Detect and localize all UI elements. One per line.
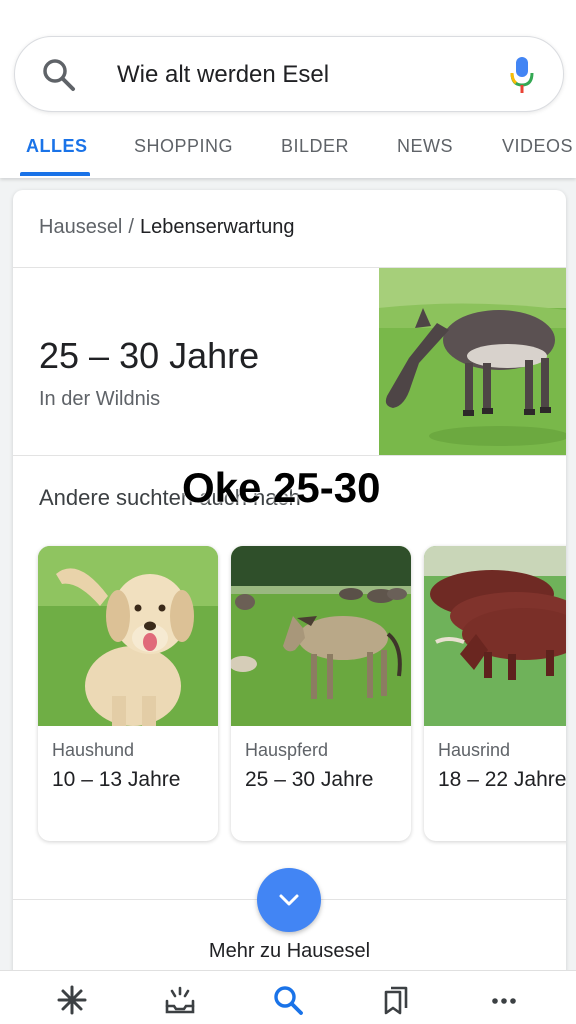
expand-more-button[interactable] [257, 868, 321, 932]
horse-image [231, 546, 411, 726]
related-card-hauspferd[interactable]: Hauspferd 25 – 30 Jahre [231, 546, 411, 841]
tab-alles[interactable]: ALLES [26, 136, 88, 157]
related-years: 18 – 22 Jahre [438, 768, 566, 791]
more-icon[interactable] [488, 984, 520, 1016]
related-name: Haushund [52, 740, 135, 760]
discover-icon[interactable] [56, 984, 88, 1016]
answer-value: 25 – 30 Jahre [39, 335, 260, 376]
search-icon[interactable] [272, 984, 304, 1016]
breadcrumb-parent[interactable]: Hausesel [39, 216, 122, 238]
search-box[interactable]: Wie alt werden Esel [14, 36, 564, 112]
breadcrumb-current: Lebenserwartung [139, 216, 295, 238]
cattle-image [424, 546, 566, 726]
knowledge-card: Hausesel / Lebenserwartung 25 – 30 Jahre I… [13, 190, 566, 990]
updates-icon[interactable] [164, 984, 196, 1016]
divider [13, 455, 566, 456]
related-card-haushund[interactable]: Haushund 10 – 13 Jahre [38, 546, 218, 841]
tab-videos[interactable]: VIDEOS [502, 136, 573, 157]
chevron-down-icon [279, 894, 299, 906]
search-query[interactable]: Wie alt werden Esel [117, 61, 329, 89]
breadcrumb-separator: / [128, 216, 134, 238]
search-tabs: ALLES SHOPPING BILDER NEWS VIDEOS [0, 120, 576, 178]
search-icon[interactable] [41, 57, 77, 93]
breadcrumb: Hausesel / Lebenserwartung [39, 216, 295, 239]
caption-overlay: Oke 25-30 [182, 464, 381, 511]
related-name: Hausrind [438, 740, 511, 760]
tab-bilder[interactable]: BILDER [281, 136, 349, 157]
dog-image [38, 546, 218, 726]
active-tab-indicator [20, 172, 90, 176]
answer-context: In der Wildnis [39, 388, 161, 410]
collections-icon[interactable] [380, 984, 412, 1016]
related-card-hausrind[interactable]: Hausrind 18 – 22 Jahre [424, 546, 566, 841]
tab-shopping[interactable]: SHOPPING [134, 136, 233, 157]
tab-news[interactable]: NEWS [397, 136, 453, 157]
bottom-navigation [0, 970, 576, 1024]
mic-icon[interactable] [509, 55, 535, 95]
donkey-image[interactable] [379, 268, 566, 455]
related-years: 10 – 13 Jahre [52, 768, 181, 791]
more-about-link[interactable]: Mehr zu Hausesel [13, 940, 566, 963]
related-name: Hauspferd [245, 740, 329, 760]
search-header: Wie alt werden Esel ALLES SHOPPING BILDE… [0, 0, 576, 178]
related-years: 25 – 30 Jahre [245, 768, 374, 791]
